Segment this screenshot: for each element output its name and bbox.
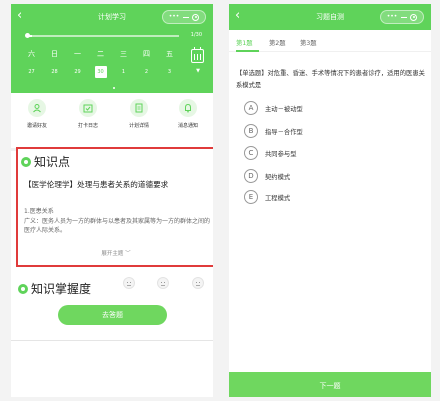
chevron-down-icon[interactable]: ▼ (196, 68, 200, 74)
divider (11, 340, 213, 341)
calendar-day[interactable]: 29 (66, 66, 89, 78)
question-text: 【单选题】对危重、昏迷、手术等情况下的患者诊疗，适用的医患关系模式是 (236, 70, 425, 89)
shortcut-checkin-log[interactable]: 打卡日志 (68, 99, 108, 129)
knowledge-content: 1.医患关系 广义：医务人员为一方的群体与以患者及其家属等为一方的群体之间的医疗… (24, 207, 210, 236)
mastery-header: 知识掌握度 (18, 280, 91, 297)
shortcut-notifications[interactable]: 消息通知 (168, 99, 208, 129)
minus-icon[interactable] (400, 16, 407, 18)
option-text: 契约模式 (265, 173, 291, 181)
shortcut-label: 邀请好友 (26, 123, 47, 129)
quiz-screen: ‹ 习题自测 ••• 第1题 第2题 第3题 【单选题】对危重、昏迷、手术等情况… (229, 4, 431, 397)
option-text: 指导－合作型 (265, 128, 303, 136)
ring-icon (18, 283, 28, 294)
knowledge-heading: 知识点 (34, 155, 71, 169)
weekday-label: 四 (143, 50, 150, 58)
more-dots-icon[interactable]: ••• (169, 14, 180, 20)
weekday-label: 二 (97, 50, 104, 58)
option-c[interactable]: C 共同参与型 (244, 146, 296, 160)
go-answer-button[interactable]: 去答题 (58, 305, 167, 325)
weekday-label: 日 (51, 50, 58, 58)
ring-icon (21, 156, 31, 167)
progress-handle (25, 33, 30, 38)
calendar-check-icon (79, 99, 97, 117)
knowledge-subtitle: 1.医患关系 (24, 208, 54, 215)
mini-program-capsule: ••• (162, 10, 206, 24)
option-a[interactable]: A 主动－被动型 (244, 101, 303, 115)
shortcut-bar: 邀请好友 打卡日志 计划详情 消息通知 (11, 93, 213, 148)
today-indicator (113, 87, 115, 89)
user-icon (28, 99, 46, 117)
target-icon[interactable] (410, 13, 418, 21)
option-text: 共同参与型 (265, 150, 297, 158)
option-key: B (244, 124, 258, 138)
shortcut-plan-details[interactable]: 计划详情 (119, 99, 159, 129)
calendar-day[interactable]: 27 (20, 66, 43, 78)
knowledge-header: 知识点 (21, 153, 70, 170)
neutral-face-icon[interactable] (192, 277, 204, 289)
mastery-heading: 知识掌握度 (31, 282, 92, 296)
knowledge-title: 【医学伦理学】处理与患者关系的道德要求 (24, 180, 169, 189)
progress-track (27, 35, 179, 37)
option-e[interactable]: E 工程模式 (244, 190, 290, 204)
calendar-day[interactable]: 1 (112, 66, 135, 78)
option-key: D (244, 169, 258, 183)
option-b[interactable]: B 指导－合作型 (244, 124, 303, 138)
calendar-grid: 六 日 一 二 三 四 五 27 28 29 30 1 2 3 (20, 49, 181, 78)
calendar-day[interactable]: 3 (158, 66, 181, 78)
mini-program-capsule: ••• (380, 10, 424, 24)
navbar: ‹ 习题自测 ••• (229, 4, 431, 30)
document-icon (130, 99, 148, 117)
shortcut-label: 打卡日志 (77, 123, 98, 129)
calendar-day-today[interactable]: 30 (94, 66, 107, 78)
week-calendar: 六 日 一 二 三 四 五 27 28 29 30 1 2 3 ▼ (11, 44, 213, 93)
option-d[interactable]: D 契约模式 (244, 169, 290, 183)
shortcut-invite-friends[interactable]: 邀请好友 (17, 99, 57, 129)
bell-icon (179, 99, 197, 117)
weekday-label: 六 (28, 50, 35, 58)
neutral-face-icon[interactable] (123, 277, 135, 289)
more-dots-icon[interactable]: ••• (387, 14, 398, 20)
chevron-down-icon: ﹀ (125, 251, 131, 257)
calendar-icon[interactable] (191, 47, 204, 63)
option-key: E (244, 190, 258, 204)
target-icon[interactable] (192, 13, 200, 21)
weekday-label: 一 (74, 50, 81, 58)
option-text: 工程模式 (265, 194, 291, 202)
expand-topic-link[interactable]: 展开主题 ﹀ (18, 249, 213, 257)
option-key: C (244, 146, 258, 160)
weekday-label: 五 (166, 50, 173, 58)
expand-label: 展开主题 (101, 251, 124, 257)
navbar: ‹ 计划学习 ••• (11, 4, 213, 30)
option-text: 主动－被动型 (265, 105, 303, 113)
active-tab-indicator (236, 50, 259, 52)
option-key: A (244, 101, 258, 115)
next-question-button[interactable]: 下一题 (229, 372, 431, 397)
minus-icon[interactable] (182, 16, 189, 18)
knowledge-definition: 广义：医务人员为一方的群体与以患者及其家属等为一方的群体之间的医疗人际关系。 (24, 217, 211, 235)
shortcut-label: 计划详情 (128, 123, 149, 129)
tab-question-1[interactable]: 第1题 (236, 38, 253, 47)
neutral-face-icon[interactable] (157, 277, 169, 289)
tab-question-2[interactable]: 第2题 (269, 38, 286, 47)
question-tabs: 第1题 第2题 第3题 (229, 30, 431, 52)
progress-text: 1/30 (190, 32, 202, 38)
tab-question-3[interactable]: 第3题 (300, 38, 317, 47)
calendar-day[interactable]: 2 (135, 66, 158, 78)
study-plan-screen: ‹ 计划学习 ••• 1/30 六 日 一 二 三 四 五 27 28 29 30 1 2 3 ▼ (11, 4, 213, 397)
weekday-label: 三 (120, 50, 127, 58)
knowledge-point-card: 知识点 【医学伦理学】处理与患者关系的道德要求 1.医患关系 广义：医务人员为一… (16, 147, 213, 267)
plan-progress: 1/30 (11, 30, 213, 44)
calendar-day[interactable]: 28 (43, 66, 66, 78)
header-area: ‹ 计划学习 ••• 1/30 六 日 一 二 三 四 五 27 28 29 30 1 2 3 ▼ (11, 4, 213, 93)
shortcut-label: 消息通知 (177, 123, 198, 129)
